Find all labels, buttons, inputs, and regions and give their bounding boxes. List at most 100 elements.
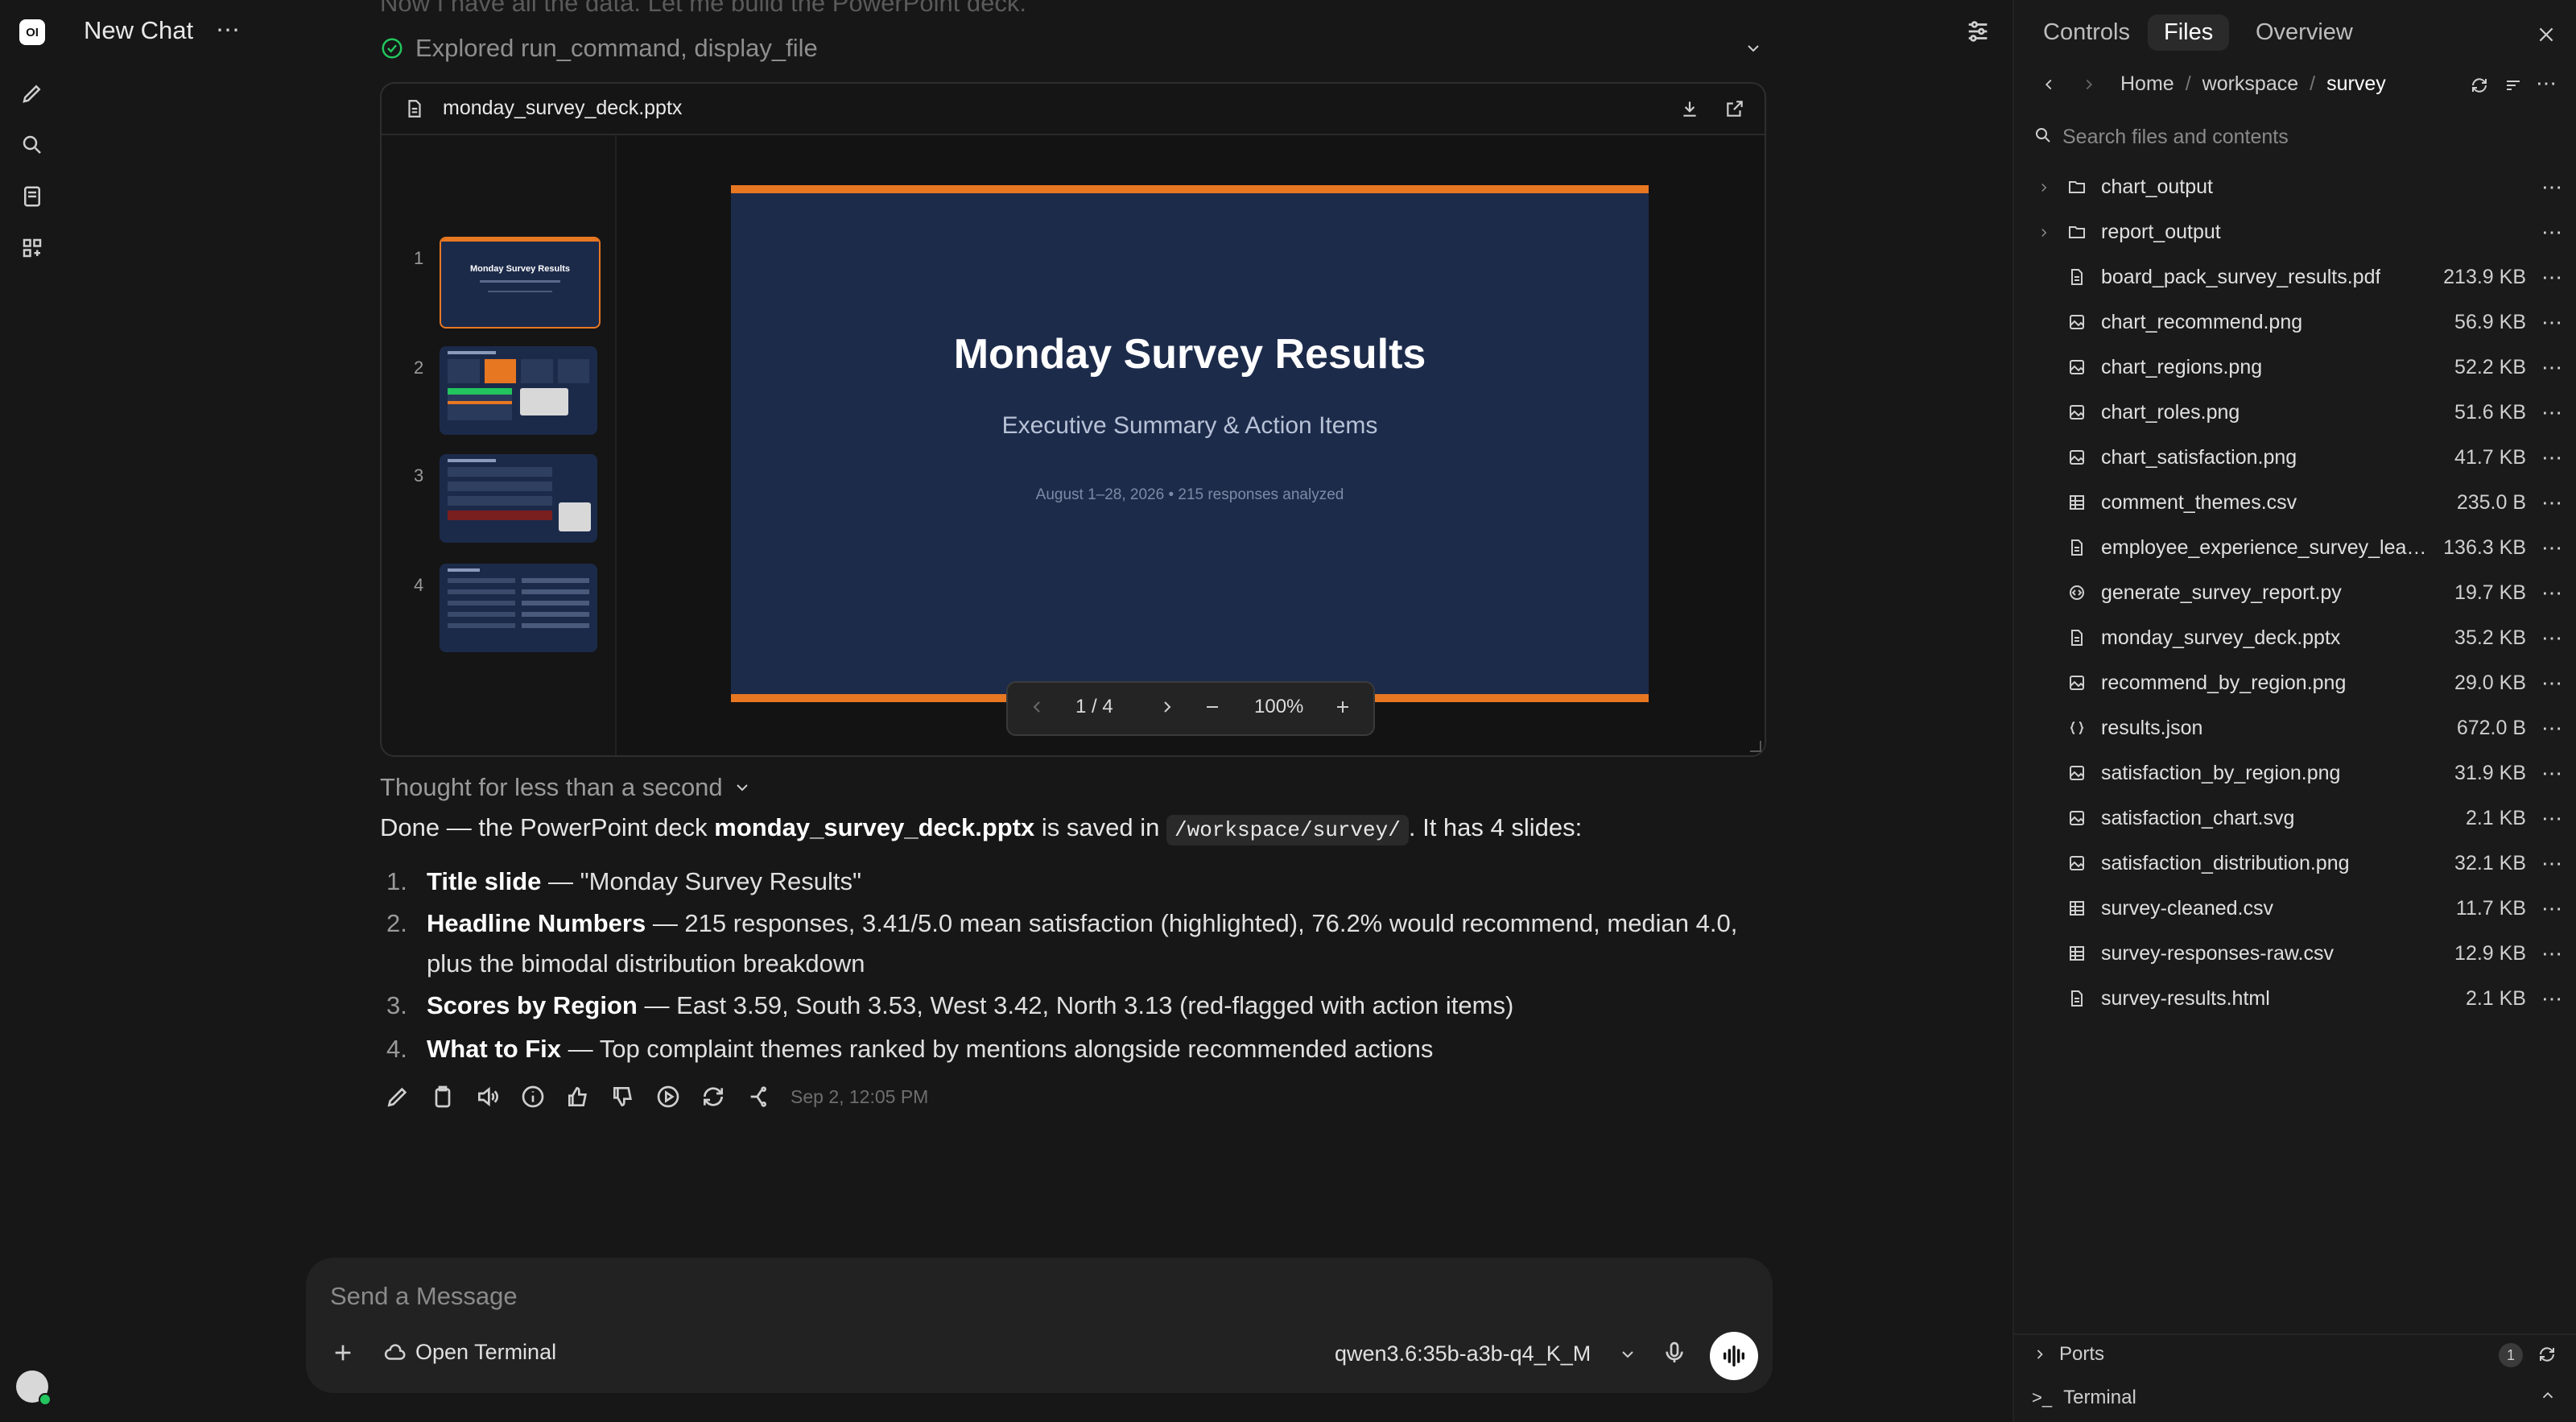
tab-files[interactable]: Files [2148,14,2230,51]
ports-section[interactable]: Ports [2032,1343,2104,1366]
chevron-down-icon[interactable] [1744,39,1763,58]
chat-title[interactable]: New Chat [84,16,193,45]
edit-icon[interactable] [385,1084,411,1110]
prev-slide-icon[interactable] [1027,697,1046,717]
file-row[interactable]: survey-results.html 2.1 KB ⋯ [2014,976,2576,1021]
file-menu-icon[interactable]: ⋯ [2541,220,2563,245]
check-circle-icon [382,38,402,59]
file-row[interactable]: employee_experience_survey_lead... 136.3 … [2014,525,2576,570]
slide-thumbnail[interactable] [440,564,597,652]
file-row[interactable]: comment_themes.csv 235.0 B ⋯ [2014,480,2576,525]
file-menu-icon[interactable]: ⋯ [2541,490,2563,515]
refresh-icon[interactable] [2470,76,2489,95]
file-row[interactable]: chart_satisfaction.png 41.7 KB ⋯ [2014,435,2576,480]
file-row[interactable]: chart_recommend.png 56.9 KB ⋯ [2014,300,2576,345]
chevron-right-icon[interactable] [2037,225,2051,240]
file-menu-icon[interactable]: ⋯ [2541,535,2563,560]
chevron-down-icon[interactable] [1618,1345,1637,1364]
file-row[interactable]: chart_roles.png 51.6 KB ⋯ [2014,390,2576,435]
search-icon[interactable] [16,129,48,161]
add-attachment-icon[interactable] [330,1340,356,1366]
slide-title: Monday Survey Results [953,331,1426,378]
file-row[interactable]: board_pack_survey_results.pdf 213.9 KB ⋯ [2014,254,2576,300]
back-icon[interactable] [2040,76,2058,93]
info-icon[interactable] [520,1084,546,1110]
chevron-up-icon[interactable] [2539,1387,2557,1404]
file-menu-icon[interactable]: ⋯ [2541,445,2563,470]
breadcrumb-home[interactable]: Home [2120,72,2174,96]
file-menu-icon[interactable]: ⋯ [2541,761,2563,786]
file-menu-icon[interactable]: ⋯ [2541,716,2563,741]
thumbs-up-icon[interactable] [565,1084,591,1110]
model-selector[interactable]: qwen3.6:35b-a3b-q4_K_M [1335,1341,1591,1366]
file-menu-icon[interactable]: ⋯ [2541,355,2563,380]
file-menu-icon[interactable]: ⋯ [2541,806,2563,831]
file-row[interactable]: satisfaction_distribution.png 32.1 KB ⋯ [2014,841,2576,886]
file-menu-icon[interactable]: ⋯ [2541,896,2563,921]
file-menu-icon[interactable]: ⋯ [2541,265,2563,290]
new-chat-icon[interactable] [16,77,48,110]
ports-refresh-icon[interactable] [2537,1345,2557,1364]
file-row[interactable]: generate_survey_report.py 19.7 KB ⋯ [2014,570,2576,615]
chevron-right-icon[interactable] [2037,180,2051,195]
file-menu-icon[interactable]: ⋯ [2541,851,2563,876]
resize-handle[interactable] [1750,741,1761,752]
read-aloud-icon[interactable] [475,1084,501,1110]
file-menu-icon[interactable]: ⋯ [2541,310,2563,335]
breadcrumb-survey[interactable]: survey [2326,72,2386,96]
thumbs-down-icon[interactable] [610,1084,636,1110]
branch-icon[interactable] [745,1084,771,1110]
breadcrumb-separator: / [2185,72,2191,95]
copy-icon[interactable] [430,1084,456,1110]
file-menu-icon[interactable]: ⋯ [2541,581,2563,606]
notes-icon[interactable] [16,180,48,213]
app-logo[interactable]: OI [16,16,48,48]
open-external-icon[interactable] [1724,98,1745,119]
file-row[interactable]: satisfaction_by_region.png 31.9 KB ⋯ [2014,750,2576,796]
voice-mode-button[interactable] [1710,1332,1758,1380]
file-row[interactable]: chart_regions.png 52.2 KB ⋯ [2014,345,2576,390]
regenerate-icon[interactable] [700,1084,726,1110]
file-menu-icon[interactable]: ⋯ [2541,941,2563,966]
tab-overview[interactable]: Overview [2256,19,2353,46]
open-terminal-button[interactable]: Open Terminal [383,1340,556,1365]
settings-sliders-icon[interactable] [1964,18,1992,45]
forward-icon[interactable] [2080,76,2098,93]
file-search-input[interactable]: Search files and contents [2062,126,2289,149]
file-menu-icon[interactable]: ⋯ [2541,671,2563,696]
download-icon[interactable] [1679,98,1700,119]
user-avatar[interactable] [16,1370,52,1406]
chat-menu-icon[interactable]: ⋯ [216,16,240,44]
continue-icon[interactable] [655,1084,681,1110]
file-row[interactable]: recommend_by_region.png 29.0 KB ⋯ [2014,660,2576,705]
slide-meta: August 1–28, 2026 • 215 responses analyz… [1035,486,1344,503]
explored-row[interactable]: Explored run_command, display_file [380,34,818,63]
file-menu-icon[interactable]: ⋯ [2541,626,2563,651]
slide-thumbnail[interactable]: Monday Survey Results [440,237,601,329]
workspace-icon[interactable] [16,232,48,264]
terminal-section[interactable]: >_ Terminal [2032,1387,2136,1409]
folder-row[interactable]: report_output ⋯ [2014,209,2576,254]
breadcrumb-workspace[interactable]: workspace [2202,72,2299,96]
file-menu-icon[interactable]: ⋯ [2541,400,2563,425]
zoom-out-icon[interactable] [1203,697,1222,717]
file-row[interactable]: satisfaction_chart.svg 2.1 KB ⋯ [2014,796,2576,841]
file-row[interactable]: survey-responses-raw.csv 12.9 KB ⋯ [2014,931,2576,976]
zoom-in-icon[interactable] [1333,697,1352,717]
message-input[interactable]: Send a Message [330,1282,518,1311]
microphone-icon[interactable] [1662,1340,1687,1366]
file-row[interactable]: results.json 672.0 B ⋯ [2014,705,2576,750]
file-menu-icon[interactable]: ⋯ [2541,175,2563,200]
close-icon[interactable] [2536,24,2557,45]
sort-icon[interactable] [2504,76,2523,95]
file-row[interactable]: survey-cleaned.csv 11.7 KB ⋯ [2014,886,2576,931]
slide-thumbnail[interactable] [440,454,597,543]
slide-thumbnail[interactable] [440,346,597,435]
folder-row[interactable]: chart_output ⋯ [2014,164,2576,209]
next-slide-icon[interactable] [1158,697,1177,717]
more-icon[interactable]: ⋯ [2536,71,2557,96]
file-row[interactable]: monday_survey_deck.pptx 35.2 KB ⋯ [2014,615,2576,660]
file-menu-icon[interactable]: ⋯ [2541,986,2563,1011]
thought-toggle[interactable]: Thought for less than a second [380,773,752,802]
tab-controls[interactable]: Controls [2043,19,2130,46]
